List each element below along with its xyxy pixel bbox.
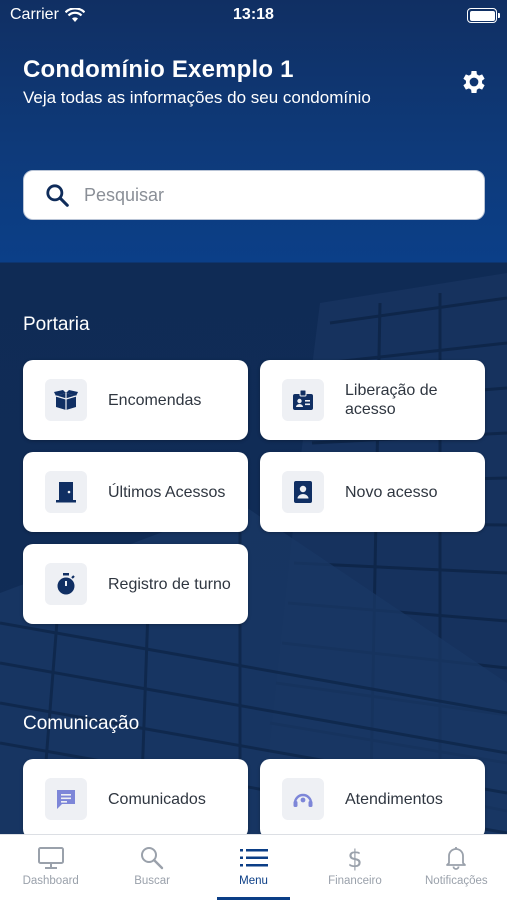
search-input[interactable] <box>84 184 444 206</box>
badge-icon <box>282 379 324 421</box>
card-registro-turno[interactable]: Registro de turno <box>23 544 248 624</box>
dollar-icon: $ <box>347 845 362 871</box>
support-icon <box>282 778 324 820</box>
card-novo-acesso[interactable]: Novo acesso <box>260 452 485 532</box>
card-label: Novo acesso <box>345 483 438 501</box>
tab-dashboard[interactable]: Dashboard <box>0 835 101 900</box>
search-bar[interactable] <box>23 170 485 220</box>
package-icon <box>45 379 87 421</box>
tab-notificacoes[interactable]: Notificações <box>406 835 507 900</box>
bell-icon <box>446 847 467 870</box>
door-icon <box>45 471 87 513</box>
card-label: Registro de turno <box>108 575 231 593</box>
tab-financeiro[interactable]: $ Financeiro <box>304 835 405 900</box>
menu-icon <box>239 849 268 867</box>
status-bar: Carrier 13:18 <box>0 0 507 32</box>
page-subtitle: Veja todas as informações do seu condomí… <box>23 88 371 107</box>
tab-label: Notificações <box>425 875 488 887</box>
id-card-icon <box>282 471 324 513</box>
header: Condomínio Exemplo 1 Veja todas as infor… <box>23 56 371 108</box>
section-title-comunicacao: Comunicação <box>23 713 140 734</box>
monitor-icon <box>37 847 64 869</box>
gear-icon[interactable] <box>459 67 489 97</box>
message-icon <box>45 778 87 820</box>
card-label: Liberação de acesso <box>345 382 438 418</box>
search-icon <box>141 847 164 870</box>
tab-label: Buscar <box>134 875 170 887</box>
tab-label: Menu <box>239 875 268 887</box>
card-ultimos-acessos[interactable]: Últimos Acessos <box>23 452 248 532</box>
stopwatch-icon <box>45 563 87 605</box>
tab-label: Financeiro <box>328 875 382 887</box>
tab-buscar[interactable]: Buscar <box>101 835 202 900</box>
card-label: Atendimentos <box>345 790 443 808</box>
section-title-portaria: Portaria <box>23 314 90 335</box>
card-atendimentos[interactable]: Atendimentos <box>260 759 485 839</box>
status-time: 13:18 <box>233 6 274 23</box>
page-title: Condomínio Exemplo 1 <box>23 56 294 83</box>
tab-label: Dashboard <box>22 875 79 887</box>
svg-text:$: $ <box>347 845 362 871</box>
card-label: Encomendas <box>108 391 202 409</box>
battery-icon <box>467 8 500 23</box>
tab-menu[interactable]: Menu <box>203 835 304 900</box>
card-label: Comunicados <box>108 790 206 808</box>
card-liberacao-acesso[interactable]: Liberação de acesso <box>260 360 485 440</box>
card-comunicados[interactable]: Comunicados <box>23 759 248 839</box>
search-icon <box>46 184 69 207</box>
tab-bar: Dashboard Buscar Menu $ Financeiro Notif… <box>0 834 507 900</box>
card-encomendas[interactable]: Encomendas <box>23 360 248 440</box>
card-label: Últimos Acessos <box>108 483 226 501</box>
